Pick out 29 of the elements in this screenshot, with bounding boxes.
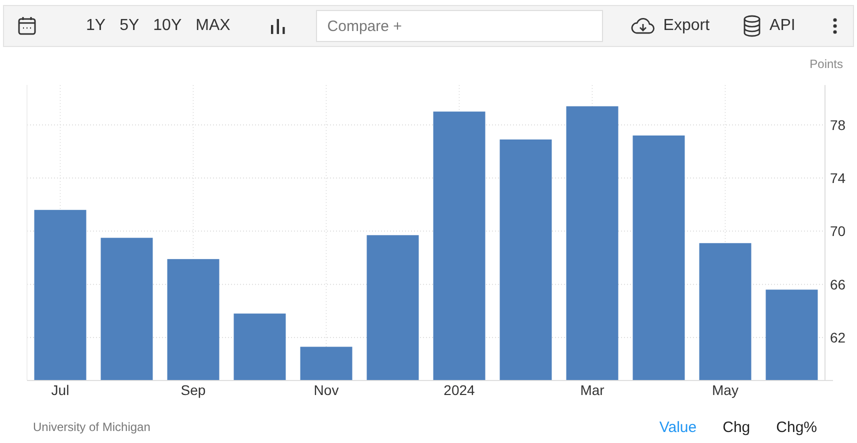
- axis-tick-label: 74: [830, 170, 846, 186]
- view-tab[interactable]: Chg%: [776, 418, 817, 436]
- compare-field[interactable]: Compare +: [316, 10, 604, 42]
- axis-tick-label: Mar: [580, 382, 604, 398]
- range-button[interactable]: 5Y: [120, 17, 140, 35]
- axis-tick-label: Sep: [180, 382, 206, 398]
- export-button[interactable]: Export: [631, 17, 710, 35]
- axis-tick-label: 78: [830, 116, 846, 133]
- cloud-download-icon: [631, 17, 656, 35]
- axis-tick-label: 62: [830, 329, 846, 346]
- calendar-icon[interactable]: [17, 16, 37, 36]
- axis-tick-label: May: [712, 382, 738, 398]
- range-button[interactable]: 1Y: [86, 17, 106, 35]
- unit-label: Points: [810, 57, 843, 71]
- axis-tick-label: Jul: [51, 382, 70, 398]
- database-icon: [742, 15, 761, 37]
- view-tab[interactable]: Chg: [722, 418, 750, 436]
- range-button[interactable]: 10Y: [153, 17, 182, 35]
- axis-tick-label: 70: [830, 223, 846, 240]
- axis-tick-label: Nov: [314, 382, 339, 398]
- source-label: University of Michigan: [33, 420, 152, 434]
- bar: [300, 346, 352, 380]
- range-button[interactable]: MAX: [196, 17, 230, 35]
- more-options-icon[interactable]: [833, 18, 837, 34]
- api-button[interactable]: API: [742, 15, 796, 37]
- axis-tick-label: 66: [830, 276, 846, 292]
- bar-chart-icon[interactable]: [270, 18, 286, 34]
- bar: [234, 314, 286, 380]
- axis-tick-label: 2024: [444, 382, 475, 398]
